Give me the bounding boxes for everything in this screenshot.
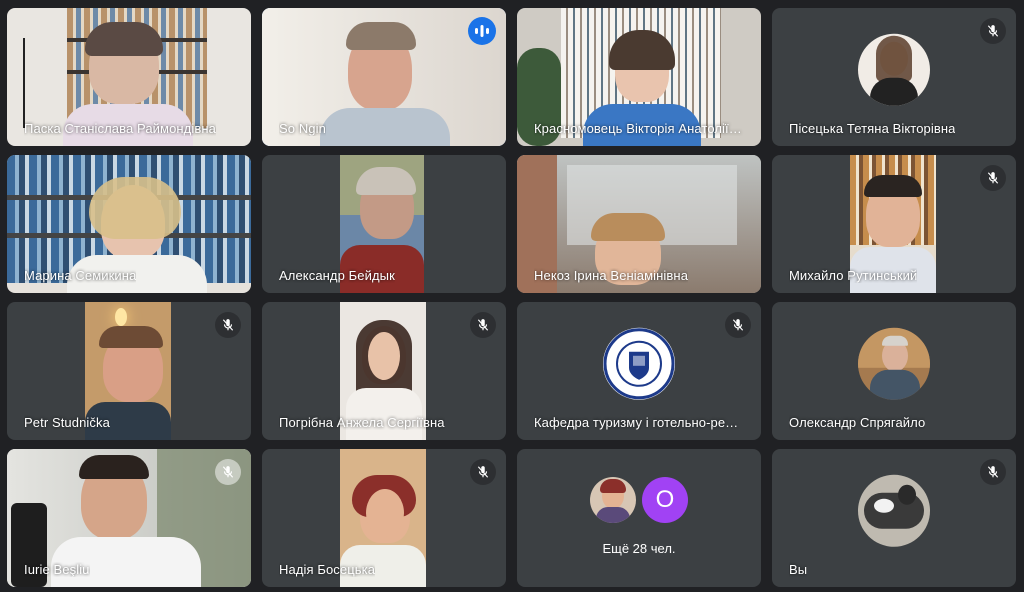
participant-tile[interactable]: Александр Бейдык bbox=[262, 155, 506, 293]
letter-avatar: O bbox=[642, 477, 688, 523]
speaking-indicator-icon bbox=[468, 17, 496, 45]
participant-tile[interactable]: Погрібна Анжела Сергіївна bbox=[262, 302, 506, 440]
participant-name: Михайло Рутинський bbox=[789, 268, 918, 283]
mic-off-icon bbox=[215, 459, 241, 485]
participant-tile[interactable]: Красномовець Вікторія Анатоліївна bbox=[517, 8, 761, 146]
participant-tile[interactable]: Михайло Рутинський bbox=[772, 155, 1016, 293]
participant-name: Погрібна Анжела Сергіївна bbox=[279, 415, 445, 430]
participant-name: Некоз Ірина Веніамінівна bbox=[534, 268, 689, 283]
avatar bbox=[858, 33, 930, 106]
participant-tile[interactable]: Некоз Ірина Веніамінівна bbox=[517, 155, 761, 293]
mic-off-icon bbox=[980, 165, 1006, 191]
participant-tile[interactable]: Паска Станіслава Раймондівна bbox=[7, 8, 251, 146]
participant-name: Марина Семикина bbox=[24, 268, 137, 283]
mic-off-icon bbox=[725, 312, 751, 338]
participant-tile[interactable]: Марина Семикина bbox=[7, 155, 251, 293]
more-participants-label: Ещё 28 чел. bbox=[602, 541, 676, 556]
participant-grid: Паска Станіслава Раймондівна So Ngin Кра… bbox=[7, 8, 1016, 587]
more-avatars: O bbox=[590, 477, 688, 523]
department-logo-icon bbox=[603, 327, 675, 400]
mic-off-icon bbox=[980, 18, 1006, 44]
mic-off-icon bbox=[470, 459, 496, 485]
participant-name: Красномовець Вікторія Анатоліївна bbox=[534, 121, 744, 136]
participant-name: Petr Studnička bbox=[24, 415, 110, 430]
participant-tile[interactable]: Надія Босецька bbox=[262, 449, 506, 587]
mic-off-icon bbox=[980, 459, 1006, 485]
participant-name: Пісецька Тетяна Вікторівна bbox=[789, 121, 956, 136]
participant-name: Паска Станіслава Раймондівна bbox=[24, 121, 216, 136]
participant-tile-speaking[interactable]: So Ngin bbox=[262, 8, 506, 146]
self-tile[interactable]: Вы bbox=[772, 449, 1016, 587]
avatar bbox=[590, 477, 636, 523]
participant-name: So Ngin bbox=[279, 121, 326, 136]
participant-name: Кафедра туризму і готельно-ресторанної с… bbox=[534, 415, 744, 430]
participant-name: Надія Босецька bbox=[279, 562, 376, 577]
mic-off-icon bbox=[470, 312, 496, 338]
participant-tile[interactable]: Пісецька Тетяна Вікторівна bbox=[772, 8, 1016, 146]
participant-name: Iurie Beşliu bbox=[24, 562, 90, 577]
participant-tile[interactable]: Petr Studnička bbox=[7, 302, 251, 440]
more-participants-tile[interactable]: O Ещё 28 чел. bbox=[517, 449, 761, 587]
participant-name: Александр Бейдык bbox=[279, 268, 395, 283]
avatar bbox=[858, 474, 930, 547]
participant-tile[interactable]: Кафедра туризму і готельно-ресторанної с… bbox=[517, 302, 761, 440]
avatar bbox=[858, 327, 930, 400]
participant-name: Олександр Спрягайло bbox=[789, 415, 926, 430]
mic-off-icon bbox=[215, 312, 241, 338]
participant-name: Вы bbox=[789, 562, 808, 577]
participant-tile[interactable]: Iurie Beşliu bbox=[7, 449, 251, 587]
participant-tile[interactable]: Олександр Спрягайло bbox=[772, 302, 1016, 440]
